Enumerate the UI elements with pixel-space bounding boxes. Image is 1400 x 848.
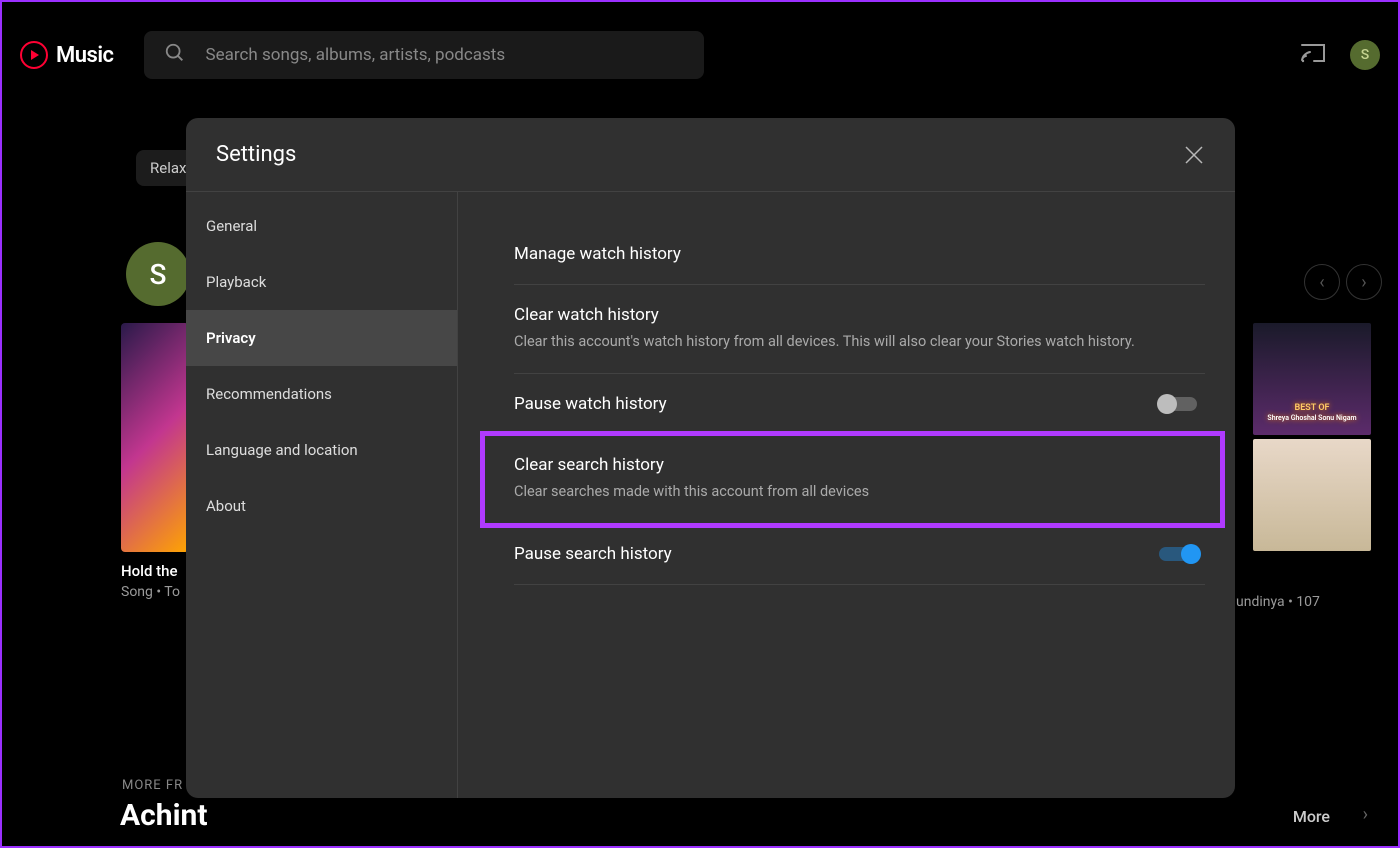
album-text: BEST OFShreya Ghoshal Sonu Nigam	[1253, 403, 1371, 423]
card-subtitle: Song • To	[121, 584, 180, 600]
sidebar-item-about[interactable]: About	[186, 478, 457, 534]
search-icon	[164, 42, 186, 68]
album-art[interactable]: BEST OFShreya Ghoshal Sonu Nigam	[1253, 323, 1371, 435]
search-input[interactable]: Search songs, albums, artists, podcasts	[144, 31, 704, 79]
row-description: Clear this account's watch history from …	[514, 331, 1154, 353]
carousel-next-button[interactable]: ›	[1346, 264, 1382, 300]
brand-name: Music	[56, 43, 114, 68]
album-art[interactable]	[1253, 439, 1371, 551]
pause-search-toggle[interactable]	[1159, 547, 1197, 561]
pause-watch-toggle[interactable]	[1159, 397, 1197, 411]
avatar-large: S	[126, 242, 190, 306]
clear-watch-history-row[interactable]: Clear watch history Clear this account's…	[514, 285, 1205, 374]
section-title: Achint	[120, 798, 208, 833]
settings-sidebar: General Playback Privacy Recommendations…	[186, 192, 458, 798]
clear-search-history-row[interactable]: Clear search history Clear searches made…	[484, 435, 1221, 524]
sidebar-item-privacy[interactable]: Privacy	[186, 310, 457, 366]
card-subtitle: undinya • 107	[1236, 594, 1320, 610]
carousel-prev-button[interactable]: ‹	[1304, 264, 1340, 300]
close-button[interactable]	[1183, 144, 1205, 166]
search-placeholder: Search songs, albums, artists, podcasts	[206, 45, 506, 65]
album-art[interactable]	[121, 323, 189, 552]
sidebar-item-general[interactable]: General	[186, 198, 457, 254]
sidebar-item-playback[interactable]: Playback	[186, 254, 457, 310]
modal-title: Settings	[216, 142, 296, 167]
settings-panel: Manage watch history Clear watch history…	[458, 192, 1235, 798]
row-title: Pause watch history	[514, 394, 1159, 414]
row-title: Pause search history	[514, 544, 1159, 564]
manage-watch-history-row[interactable]: Manage watch history	[514, 222, 1205, 285]
app-header: Music Search songs, albums, artists, pod…	[2, 19, 1398, 91]
card-title: Hold the	[121, 562, 180, 580]
card-info: Hold the Song • To	[121, 562, 180, 600]
sidebar-item-recommendations[interactable]: Recommendations	[186, 366, 457, 422]
section-label: MORE FR	[122, 778, 183, 793]
row-description: Clear searches made with this account fr…	[514, 481, 1154, 503]
play-circle-icon	[20, 41, 48, 69]
row-title: Manage watch history	[514, 244, 1205, 264]
app-logo[interactable]: Music	[20, 41, 114, 69]
pause-watch-history-row: Pause watch history	[514, 374, 1205, 435]
modal-header: Settings	[186, 118, 1235, 192]
cast-icon[interactable]	[1300, 42, 1326, 68]
sidebar-item-language-location[interactable]: Language and location	[186, 422, 457, 478]
row-title: Clear search history	[514, 455, 1205, 475]
row-title: Clear watch history	[514, 305, 1205, 325]
more-link[interactable]: More	[1293, 807, 1330, 826]
chevron-right-icon[interactable]: ›	[1363, 804, 1368, 825]
right-album-stack: BEST OFShreya Ghoshal Sonu Nigam	[1253, 323, 1371, 555]
pause-search-history-row: Pause search history	[514, 524, 1205, 585]
avatar[interactable]: S	[1350, 40, 1380, 70]
settings-modal: Settings General Playback Privacy Recomm…	[186, 118, 1235, 798]
